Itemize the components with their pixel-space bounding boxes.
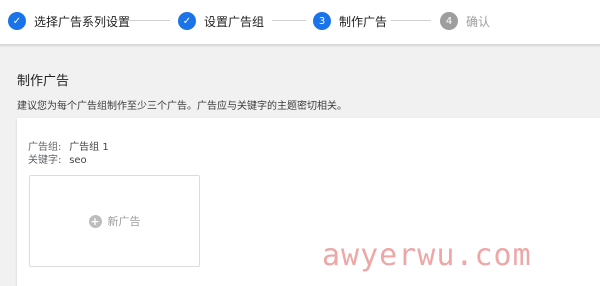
step-create-ads[interactable]: 3 制作广告: [313, 11, 387, 31]
new-ad-button[interactable]: + 新广告: [29, 175, 200, 267]
keyword-value: seo: [69, 155, 87, 166]
check-icon: ✓: [8, 12, 26, 30]
page-description: 建议您为每个广告组制作至少三个广告。广告应与关键字的主题密切相关。: [17, 101, 347, 112]
check-icon: ✓: [178, 12, 196, 30]
new-ad-label: 新广告: [107, 215, 141, 228]
step-connector: [128, 20, 170, 21]
step-campaign-settings[interactable]: ✓ 选择广告系列设置: [8, 11, 130, 31]
step-label: 确认: [466, 14, 491, 29]
step-confirm: 4 确认: [440, 11, 490, 31]
step-number: 4: [440, 12, 458, 30]
step-ad-group[interactable]: ✓ 设置广告组: [178, 11, 264, 31]
step-label: 设置广告组: [204, 14, 265, 29]
step-label: 选择广告系列设置: [34, 14, 131, 29]
step-connector: [272, 20, 306, 21]
watermark: awyerwu.com: [322, 238, 532, 273]
step-label: 制作广告: [339, 14, 388, 29]
page-title: 制作广告: [17, 74, 70, 89]
progress-stepper: ✓ 选择广告系列设置 ✓ 设置广告组 3 制作广告 4 确认: [0, 0, 600, 45]
step-number: 3: [313, 12, 331, 30]
keyword-row: 关键字: seo: [28, 151, 87, 166]
keyword-label: 关键字:: [28, 155, 62, 166]
step-connector: [391, 20, 431, 21]
plus-circle-icon: +: [88, 214, 102, 228]
